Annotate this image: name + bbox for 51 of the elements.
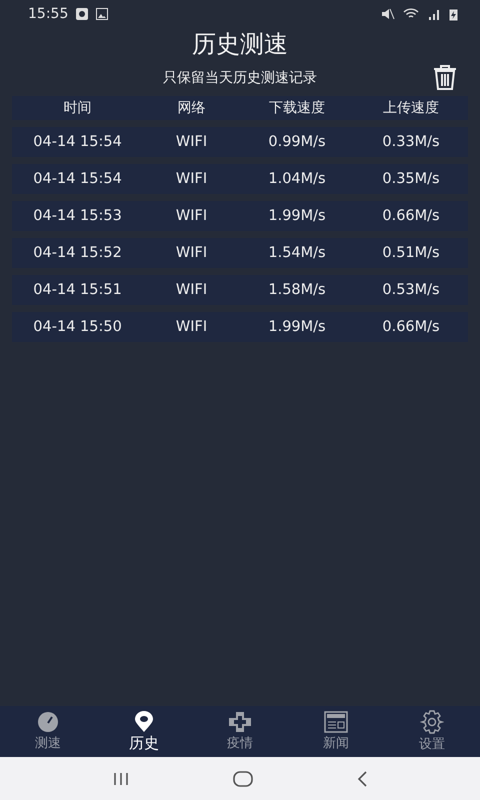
table-cell-text: 04-14 15:54	[32, 171, 123, 187]
mute-icon	[381, 8, 395, 20]
battery-icon	[449, 8, 458, 20]
table-cell-text: 1.04M/s	[267, 171, 327, 187]
nav-tab[interactable]: 历史	[96, 706, 192, 757]
medical-cross-icon	[228, 711, 252, 733]
table-cell-text: 04-14 15:51	[32, 282, 123, 298]
subtitle: 只保留当天历史测速记录	[163, 69, 317, 87]
table-cell-text: WIFI	[174, 245, 208, 261]
column-header: 上传速度	[382, 99, 440, 117]
table-cell-text: 0.66M/s	[381, 319, 441, 335]
table-cell-text: WIFI	[174, 319, 208, 335]
wifi-icon	[403, 8, 419, 20]
trash-icon[interactable]	[432, 64, 458, 90]
nav-tab[interactable]: 新闻	[288, 706, 384, 757]
notification-icon	[76, 8, 88, 20]
table-cell-text: 04-14 15:50	[32, 319, 123, 335]
table-cell-text: WIFI	[174, 134, 208, 150]
table-cell-text: WIFI	[174, 282, 208, 298]
recent-apps-icon[interactable]	[112, 772, 130, 786]
table-cell-text: 0.35M/s	[381, 171, 441, 187]
nav-tab[interactable]: 设置	[384, 706, 480, 757]
signal-icon	[427, 8, 441, 20]
settings-icon	[420, 710, 444, 734]
page-title: 历史测速	[191, 29, 289, 60]
table-cell-text: 04-14 15:54	[32, 134, 123, 150]
column-header: 网络	[176, 99, 207, 117]
nav-tab[interactable]: 疫情	[192, 706, 288, 757]
table-cell-text: WIFI	[174, 208, 208, 224]
table-cell-text: 0.99M/s	[267, 134, 327, 150]
table-cell-text: 04-14 15:53	[32, 208, 123, 224]
table-cell-text: 0.51M/s	[381, 245, 441, 261]
table-cell-text: 1.99M/s	[267, 319, 327, 335]
table-cell-text: 04-14 15:52	[32, 245, 123, 261]
table-cell-text: 0.53M/s	[381, 282, 441, 298]
nav-tab[interactable]: 测速	[0, 706, 96, 757]
speedometer-icon	[37, 711, 59, 733]
table-cell-text: 0.33M/s	[381, 134, 441, 150]
table-cell-text: 1.99M/s	[267, 208, 327, 224]
column-header: 时间	[62, 99, 93, 117]
column-header: 下载速度	[268, 99, 326, 117]
table-cell-text: 1.54M/s	[267, 245, 327, 261]
location-pin-icon	[134, 710, 154, 732]
newspaper-icon	[324, 711, 348, 733]
table-cell-text: WIFI	[174, 171, 208, 187]
status-time: 15:55	[28, 6, 68, 22]
back-icon[interactable]	[356, 770, 368, 786]
table-cell-text: 0.66M/s	[381, 208, 441, 224]
image-icon	[96, 8, 108, 20]
home-icon[interactable]	[232, 770, 253, 786]
table-cell-text: 1.58M/s	[267, 282, 327, 298]
